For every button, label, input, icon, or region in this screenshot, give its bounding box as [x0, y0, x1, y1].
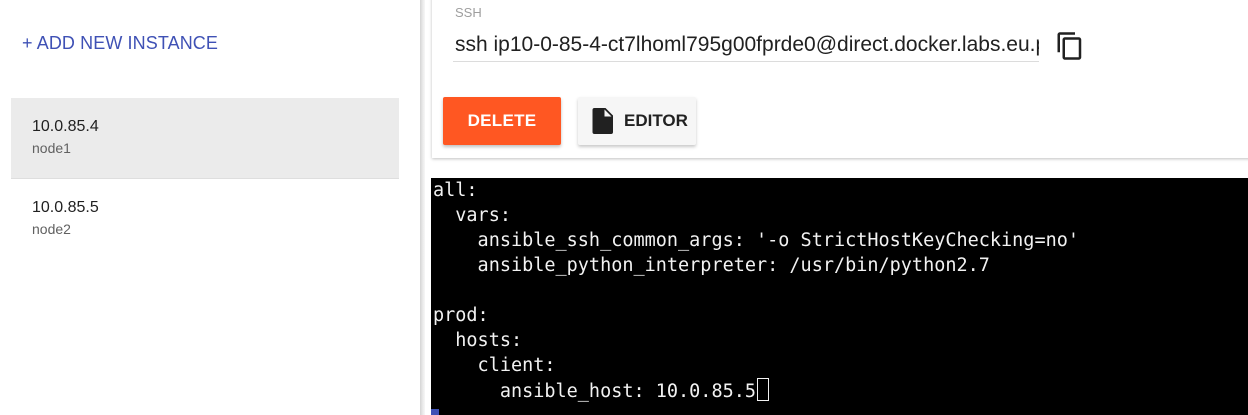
terminal-cursor [757, 378, 770, 401]
terminal[interactable]: all: vars: ansible_ssh_common_args: '-o … [431, 178, 1248, 415]
instance-name: node2 [32, 221, 71, 237]
terminal-output: all: vars: ansible_ssh_common_args: '-o … [433, 178, 1079, 404]
instance-ip: 10.0.85.5 [32, 199, 99, 216]
file-icon [592, 108, 614, 134]
instances-sidebar: + ADD NEW INSTANCE 10.0.85.4 node1 10.0.… [0, 0, 420, 415]
delete-button[interactable]: DELETE [443, 97, 561, 145]
copy-icon[interactable] [1055, 31, 1085, 61]
terminal-line: hosts: [433, 330, 523, 351]
instance-item-node1[interactable]: 10.0.85.4 node1 [11, 98, 399, 178]
ssh-command-value: ssh ip10-0-85-4-ct7lhoml795g00fprde0@dir… [455, 33, 1039, 56]
terminal-line: client: [433, 355, 556, 376]
terminal-line: ansible_python_interpreter: /usr/bin/pyt… [433, 255, 990, 276]
add-new-instance-button[interactable]: + ADD NEW INSTANCE [22, 33, 218, 54]
editor-button-label: EDITOR [624, 111, 688, 130]
terminal-line: all: [433, 180, 478, 201]
instance-name: node1 [32, 140, 71, 156]
terminal-line: ansible_host: 10.0.85.5 [433, 381, 757, 402]
sidebar-divider [420, 0, 425, 415]
instance-ip: 10.0.85.4 [32, 118, 99, 135]
ssh-label: SSH [455, 5, 482, 20]
terminal-line: prod: [433, 305, 489, 326]
ssh-command-field[interactable]: ssh ip10-0-85-4-ct7lhoml795g00fprde0@dir… [453, 28, 1039, 62]
terminal-line: vars: [433, 205, 511, 226]
editor-button[interactable]: EDITOR [578, 97, 696, 145]
terminal-line: ansible_ssh_common_args: '-o StrictHostK… [433, 230, 1080, 251]
terminal-scroll-marker [431, 409, 439, 415]
instance-item-node2[interactable]: 10.0.85.5 node2 [11, 179, 399, 259]
